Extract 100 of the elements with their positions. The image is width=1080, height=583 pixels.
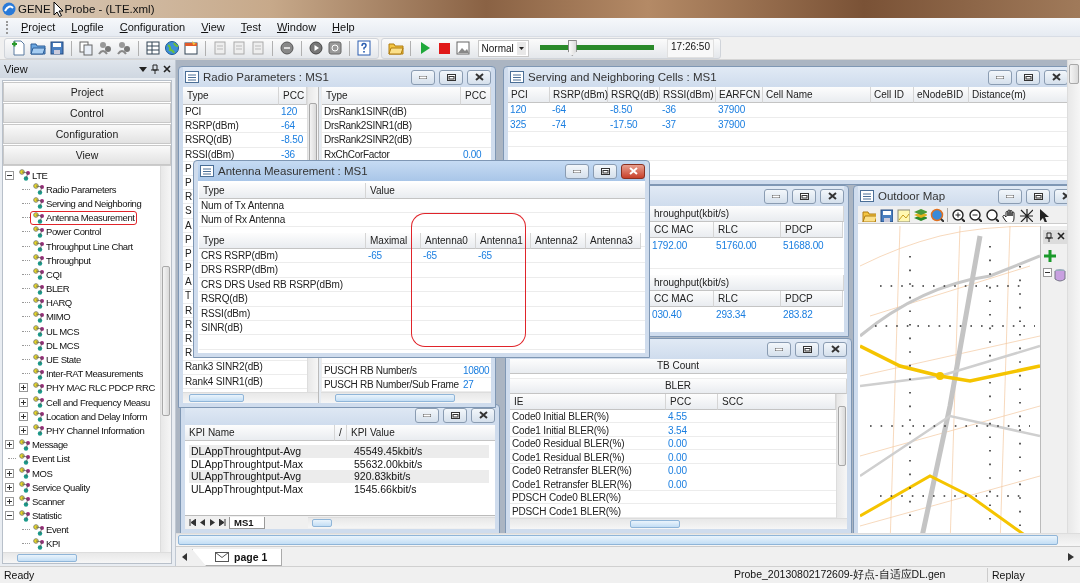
column-header[interactable]: Type [322,87,461,105]
documents-icon[interactable] [78,40,94,56]
column-header[interactable]: RLC [714,291,781,307]
pin-icon[interactable] [1045,232,1053,242]
nav-last-icon[interactable] [219,519,226,526]
column-header[interactable]: PCC [666,394,718,410]
column-header[interactable]: Antenna0 [421,233,476,249]
column-header[interactable]: KPI Value [347,425,495,441]
plus-box-icon[interactable] [5,468,14,478]
column-header[interactable]: Type [199,233,366,249]
tree-item[interactable]: UL MCS [30,324,82,339]
scroll-left-icon[interactable] [182,553,188,561]
column-header[interactable]: CC MAC [650,222,714,238]
column-header[interactable]: CC MAC [650,291,714,307]
calendar-icon[interactable] [183,40,199,56]
restore-button[interactable] [593,163,617,179]
vertical-scrollbar[interactable] [160,166,171,552]
tree-item[interactable]: Event List [16,451,72,466]
magnifier-icon[interactable] [985,207,999,222]
tree-item[interactable]: Inter-RAT Measurements [30,366,145,381]
close-button[interactable] [621,163,645,179]
column-header[interactable]: RLC [714,222,781,238]
restore-button[interactable] [792,188,816,204]
minus-circle-icon[interactable] [279,40,295,56]
save-icon[interactable] [49,40,65,56]
tree-item[interactable]: Serving and Neighboring [30,196,144,211]
nav-prev-icon[interactable] [199,519,206,526]
minimize-icon[interactable] [423,413,431,417]
column-header[interactable]: RSRP(dBm) [550,87,608,103]
plus-box-icon[interactable] [19,425,28,435]
folder-icon[interactable] [388,40,404,56]
column-header[interactable]: Maximal [366,233,421,249]
restore-button[interactable] [1016,69,1040,85]
tree-item[interactable]: Antenna Measurement [30,210,137,225]
column-header[interactable]: Value [366,183,645,199]
vertical-scrollbar[interactable] [1067,60,1080,533]
speed-dropdown[interactable]: Normal [477,39,529,57]
section-button[interactable]: Control [3,103,171,123]
minimize-icon[interactable] [419,75,427,79]
minus-box-icon[interactable] [5,511,14,521]
close-icon[interactable] [478,411,488,419]
menu-item[interactable]: Project [13,20,64,34]
layers-icon[interactable] [913,207,927,222]
new-file-icon[interactable] [11,40,27,56]
vertical-scrollbar[interactable] [836,394,847,518]
column-header[interactable]: RSRQ(dB) [608,87,660,103]
close-icon[interactable] [474,73,484,81]
plus-box-icon[interactable] [5,440,14,450]
close-icon[interactable] [827,192,837,200]
section-button[interactable]: Configuration [3,124,171,144]
close-icon[interactable] [1057,232,1065,240]
menu-item[interactable]: Logfile [63,20,112,34]
column-header[interactable]: Antenna1 [476,233,531,249]
restore-icon[interactable] [1023,73,1033,81]
restore-icon[interactable] [450,411,460,419]
stop-box-icon[interactable] [327,40,343,56]
tree-item[interactable]: LTE [16,168,50,183]
menu-item[interactable]: Window [268,20,325,34]
horizontal-scrollbar[interactable] [510,518,847,529]
close-button[interactable] [467,69,491,85]
column-header[interactable]: PCC [461,87,491,105]
zoom-in-icon[interactable] [951,207,965,222]
close-button[interactable] [823,341,847,357]
close-icon[interactable] [830,345,840,353]
tree-item[interactable]: MIMO [30,309,73,324]
save-icon[interactable] [879,207,893,222]
close-icon[interactable] [163,65,171,73]
people-icon[interactable] [116,40,132,56]
minimize-icon[interactable] [573,169,581,173]
minus-box-icon[interactable] [5,170,14,180]
minus-box-icon[interactable] [1043,268,1052,277]
column-header[interactable]: RSSI(dBm) [660,87,716,103]
dropdown-icon[interactable] [139,65,147,73]
zoom-out-icon[interactable] [968,207,982,222]
tree-item[interactable]: BLER [30,281,72,296]
page-tab[interactable]: page 1 [192,549,283,566]
section-button[interactable]: View [3,145,171,165]
open-file-icon[interactable] [30,40,46,56]
column-header[interactable]: Type [199,183,366,199]
table-icon[interactable] [145,40,161,56]
plus-box-icon[interactable] [5,482,14,492]
column-header[interactable]: SCC [718,394,836,410]
column-header[interactable]: Cell ID [871,87,914,103]
pin-icon[interactable] [151,64,159,74]
tree-item[interactable]: Statistic [16,508,64,523]
globe-search-icon[interactable] [930,207,944,222]
section-button[interactable]: Project [3,82,171,102]
tree-item[interactable]: MOS [16,466,55,481]
tree-item[interactable]: PHY MAC RLC PDCP RRC [30,380,157,395]
plus-box-icon[interactable] [19,397,28,407]
tree-item[interactable]: UE State [30,352,83,367]
close-button[interactable] [820,188,844,204]
cross-arrows-icon[interactable] [1019,207,1033,222]
restore-icon[interactable] [799,192,809,200]
column-header[interactable]: Distance(m) [969,87,1067,103]
image-icon[interactable] [454,40,471,56]
tree-item[interactable]: Cell and Frequency Measu [30,395,152,410]
menu-item[interactable]: Help [324,20,363,34]
tree-item[interactable]: KPI [30,536,63,551]
horizontal-scrollbar[interactable] [307,517,495,528]
